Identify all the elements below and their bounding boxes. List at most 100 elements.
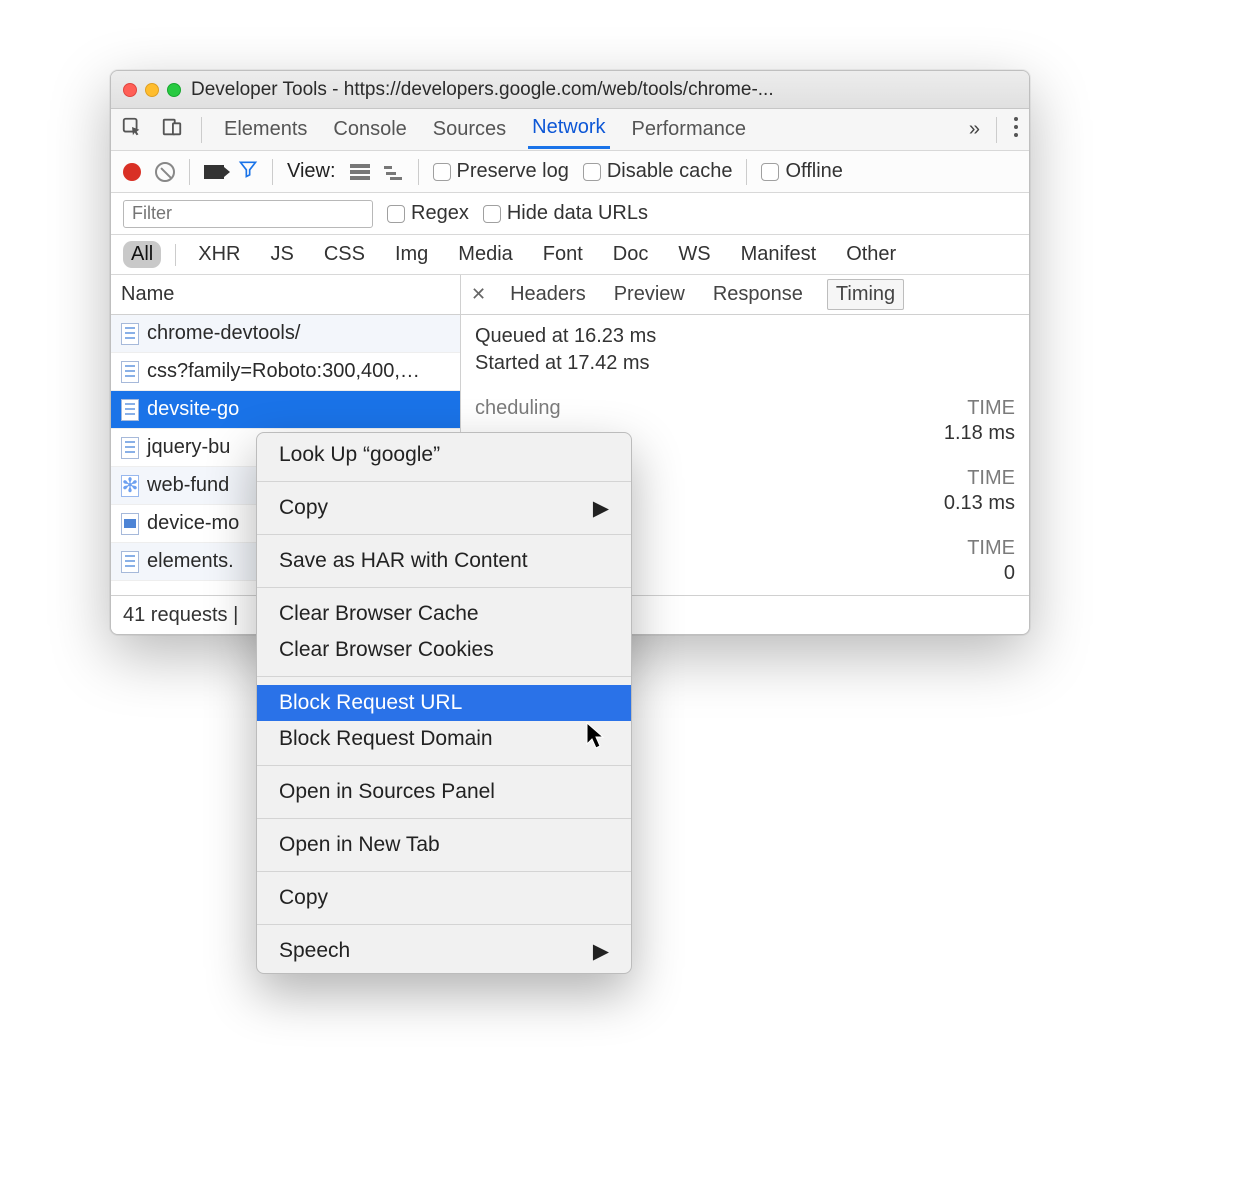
window-title: Developer Tools - https://developers.goo… [191,79,1017,101]
document-icon [121,361,139,383]
large-rows-icon[interactable] [350,163,370,181]
overview-icon[interactable] [384,163,404,181]
ctx-clear-cookies[interactable]: Clear Browser Cookies [257,632,631,668]
disable-cache-checkbox[interactable]: Disable cache [583,160,733,183]
filter-img[interactable]: Img [387,241,436,268]
filter-xhr[interactable]: XHR [190,241,248,268]
document-icon [121,551,139,573]
ctx-speech-submenu[interactable]: Speech▶ [257,933,631,969]
main-tabbar: Elements Console Sources Network Perform… [111,109,1029,151]
request-name: elements. [147,550,234,573]
filter-other[interactable]: Other [838,241,904,268]
tab-network[interactable]: Network [528,110,609,149]
regex-label: Regex [411,202,469,225]
screenshot-icon[interactable] [204,165,224,179]
tab-headers[interactable]: Headers [506,279,590,310]
clear-button[interactable] [155,162,175,182]
separator [996,117,997,143]
section-head: cheduling [475,397,561,420]
filter-ws[interactable]: WS [670,241,718,268]
window-controls [123,83,181,97]
request-name: chrome-devtools/ [147,322,300,345]
context-menu: Look Up “google” Copy▶ Save as HAR with … [256,432,632,974]
inspect-element-icon[interactable] [121,116,143,144]
request-name: jquery-bu [147,436,230,459]
tab-sources[interactable]: Sources [429,112,510,147]
separator [418,159,419,185]
offline-checkbox[interactable]: Offline [761,160,842,183]
tabs-overflow-icon[interactable]: » [969,118,980,141]
disable-cache-label: Disable cache [607,160,733,183]
filter-toggle-icon[interactable] [238,159,258,185]
device-toolbar-icon[interactable] [161,116,183,144]
close-window-button[interactable] [123,83,137,97]
ctx-save-har[interactable]: Save as HAR with Content [257,543,631,579]
time-col-label: TIME [967,467,1015,490]
filter-doc[interactable]: Doc [605,241,657,268]
ctx-copy[interactable]: Copy [257,880,631,916]
chevron-right-icon: ▶ [593,496,609,521]
separator [201,117,202,143]
chevron-right-icon: ▶ [593,939,609,964]
filter-css[interactable]: CSS [316,241,373,268]
filter-row: Regex Hide data URLs [111,193,1029,235]
separator [746,159,747,185]
image-icon [121,513,139,535]
timing-value: 0 [1004,562,1015,585]
preserve-log-label: Preserve log [457,160,569,183]
filter-input[interactable] [123,200,373,228]
time-col-label: TIME [967,397,1015,420]
regex-checkbox[interactable]: Regex [387,202,469,225]
tab-timing[interactable]: Timing [827,279,904,310]
ctx-block-request-domain[interactable]: Block Request Domain [257,721,631,757]
hide-data-urls-checkbox[interactable]: Hide data URLs [483,202,648,225]
preserve-log-checkbox[interactable]: Preserve log [433,160,569,183]
gear-icon: ✻ [121,475,139,497]
queued-text: Queued at 16.23 ms [475,325,1015,348]
ctx-block-request-url[interactable]: Block Request URL [257,685,631,721]
filter-font[interactable]: Font [535,241,591,268]
minimize-window-button[interactable] [145,83,159,97]
tab-response[interactable]: Response [709,279,807,310]
request-type-filter-row: All XHR JS CSS Img Media Font Doc WS Man… [111,235,1029,275]
hide-data-urls-label: Hide data URLs [507,202,648,225]
ctx-clear-cache[interactable]: Clear Browser Cache [257,596,631,632]
timing-value: 0.13 ms [944,492,1015,515]
tab-elements[interactable]: Elements [220,112,311,147]
ctx-open-new-tab[interactable]: Open in New Tab [257,827,631,863]
mouse-cursor-icon [586,722,606,757]
started-text: Started at 17.42 ms [475,352,1015,375]
tab-performance[interactable]: Performance [628,112,751,147]
network-toolbar: View: Preserve log Disable cache Offline [111,151,1029,193]
request-name: css?family=Roboto:300,400,… [147,360,420,383]
request-name: devsite-go [147,398,239,421]
record-button[interactable] [123,163,141,181]
view-label: View: [287,160,336,183]
filter-media[interactable]: Media [450,241,520,268]
tab-console[interactable]: Console [329,112,410,147]
request-row[interactable]: css?family=Roboto:300,400,… [111,353,460,391]
kebab-menu-icon[interactable] [1013,116,1019,144]
document-icon [121,323,139,345]
details-tabbar: ✕ Headers Preview Response Timing [461,275,1029,315]
separator [175,244,176,266]
close-details-button[interactable]: ✕ [471,284,486,305]
ctx-lookup[interactable]: Look Up “google” [257,437,631,473]
request-name: web-fund [147,474,229,497]
titlebar: Developer Tools - https://developers.goo… [111,71,1029,109]
separator [189,159,190,185]
filter-manifest[interactable]: Manifest [733,241,825,268]
filter-all[interactable]: All [123,241,161,268]
filter-js[interactable]: JS [262,241,301,268]
ctx-open-sources[interactable]: Open in Sources Panel [257,774,631,810]
tab-preview[interactable]: Preview [610,279,689,310]
timing-value: 1.18 ms [944,422,1015,445]
request-row-selected[interactable]: devsite-go [111,391,460,429]
zoom-window-button[interactable] [167,83,181,97]
name-column-header[interactable]: Name [111,275,460,315]
ctx-copy-submenu[interactable]: Copy▶ [257,490,631,526]
time-col-label: TIME [967,537,1015,560]
document-icon [121,399,139,421]
document-icon [121,437,139,459]
request-row[interactable]: chrome-devtools/ [111,315,460,353]
